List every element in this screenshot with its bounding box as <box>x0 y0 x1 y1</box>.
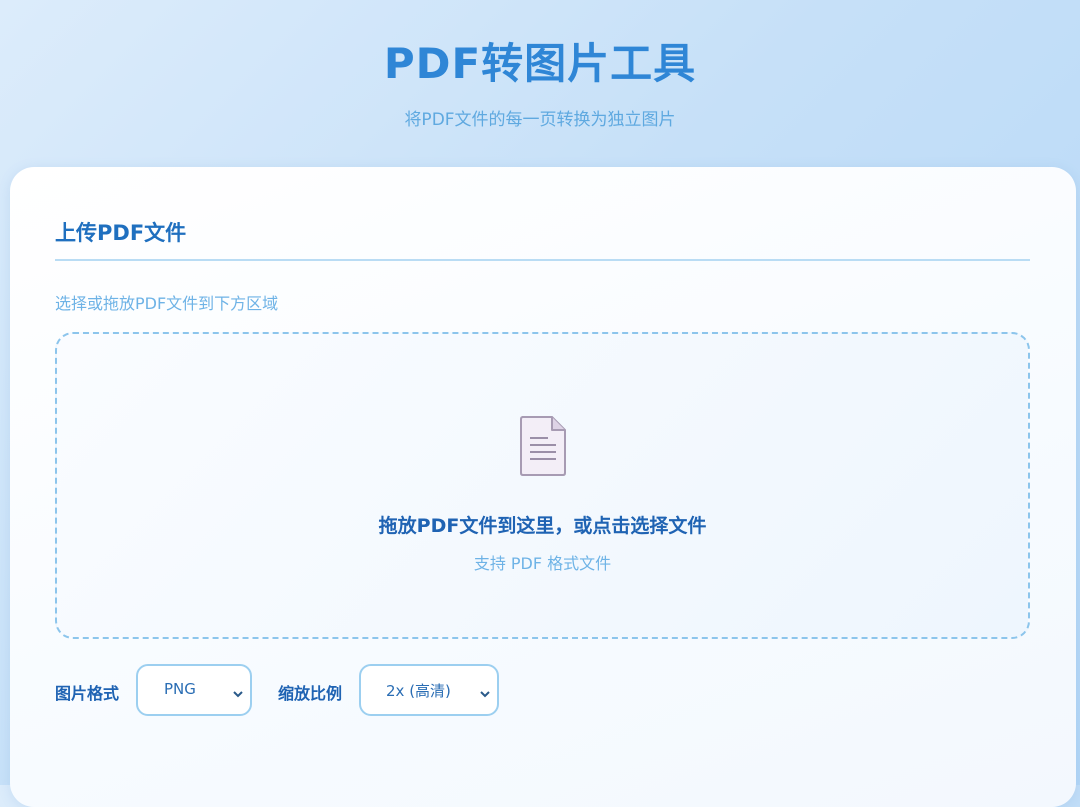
format-label: 图片格式 <box>55 684 120 703</box>
scale-select[interactable]: 2x (高清) <box>359 664 499 716</box>
dropzone-main-text: 拖放PDF文件到这里，或点击选择文件 <box>378 515 707 537</box>
page-header: PDF转图片工具 将PDF文件的每一页转换为独立图片 <box>0 0 1080 168</box>
dropzone-sub-text: 支持 PDF 格式文件 <box>473 554 612 573</box>
upload-hint: 选择或拖放PDF文件到下方区域 <box>55 294 279 313</box>
scale-select-value: 2x (高清) <box>386 682 451 700</box>
format-select-value: PNG <box>164 680 196 698</box>
app-title: PDF转图片工具 <box>383 39 697 88</box>
pdf-dropzone[interactable]: 拖放PDF文件到这里，或点击选择文件 支持 PDF 格式文件 <box>55 332 1030 639</box>
section-title: 上传PDF文件 <box>55 221 187 245</box>
app-subtitle: 将PDF文件的每一页转换为独立图片 <box>404 110 676 130</box>
format-select[interactable]: PNG <box>136 664 252 716</box>
scale-label: 缩放比例 <box>278 684 343 703</box>
chevron-down-icon <box>479 684 491 698</box>
chevron-down-icon <box>232 684 244 698</box>
upload-card: 上传PDF文件 选择或拖放PDF文件到下方区域 拖放PDF文件到这里，或点击选择… <box>10 167 1076 807</box>
section-divider <box>55 259 1030 261</box>
document-icon <box>518 414 568 478</box>
